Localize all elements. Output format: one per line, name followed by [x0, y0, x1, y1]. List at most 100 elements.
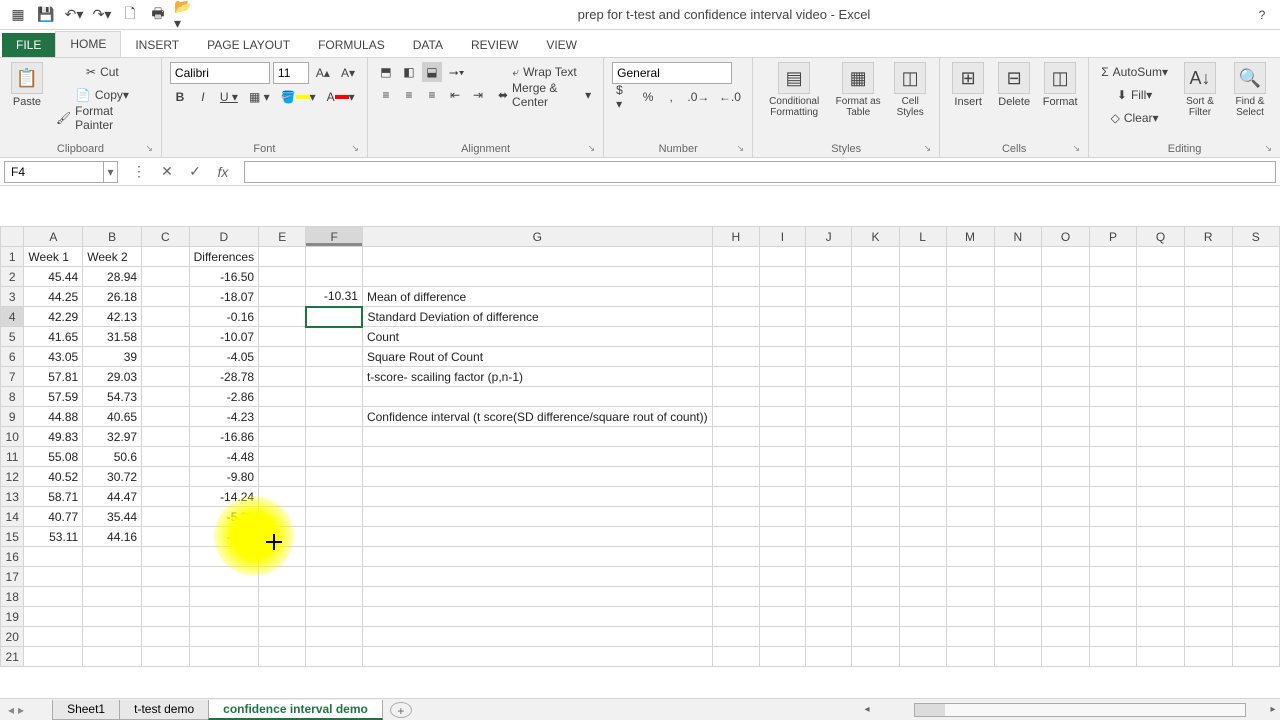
cell-D10[interactable]: -16.86: [189, 427, 258, 447]
cell-L2[interactable]: [899, 267, 946, 287]
cell-G13[interactable]: [362, 487, 712, 507]
cell-F15[interactable]: [306, 527, 363, 547]
insert-cells-button[interactable]: ⊞Insert: [948, 62, 988, 108]
cell-M20[interactable]: [946, 627, 994, 647]
col-header-L[interactable]: L: [899, 227, 946, 247]
cell-O15[interactable]: [1042, 527, 1090, 547]
hscroll-track[interactable]: [914, 703, 1246, 717]
cell-A17[interactable]: [24, 567, 83, 587]
cell-S4[interactable]: [1232, 307, 1279, 327]
cell-G19[interactable]: [362, 607, 712, 627]
cell-D3[interactable]: -18.07: [189, 287, 258, 307]
cell-J3[interactable]: [805, 287, 852, 307]
inc-decimal-button[interactable]: .0→: [684, 87, 713, 107]
tab-review[interactable]: REVIEW: [457, 33, 532, 57]
cell-B12[interactable]: 30.72: [83, 467, 142, 487]
cell-G20[interactable]: [362, 627, 712, 647]
cell-G6[interactable]: Square Rout of Count: [362, 347, 712, 367]
cell-C16[interactable]: [142, 547, 190, 567]
cell-E6[interactable]: [259, 347, 306, 367]
cell-D6[interactable]: -4.05: [189, 347, 258, 367]
cell-C20[interactable]: [142, 627, 190, 647]
cell-K2[interactable]: [852, 267, 899, 287]
cell-D12[interactable]: -9.80: [189, 467, 258, 487]
cell-N2[interactable]: [994, 267, 1042, 287]
cell-K17[interactable]: [852, 567, 899, 587]
cell-D16[interactable]: [189, 547, 258, 567]
copy-button[interactable]: 📄 Copy ▾: [52, 85, 153, 105]
col-header-I[interactable]: I: [760, 227, 806, 247]
cell-I20[interactable]: [760, 627, 806, 647]
cell-A20[interactable]: [24, 627, 83, 647]
cell-B11[interactable]: 50.6: [83, 447, 142, 467]
cell-E2[interactable]: [259, 267, 306, 287]
cell-L9[interactable]: [899, 407, 946, 427]
cell-L4[interactable]: [899, 307, 946, 327]
cell-J11[interactable]: [805, 447, 852, 467]
cell-J15[interactable]: [805, 527, 852, 547]
cell-D17[interactable]: [189, 567, 258, 587]
cell-K13[interactable]: [852, 487, 899, 507]
cell-H18[interactable]: [712, 587, 760, 607]
cell-I3[interactable]: [760, 287, 806, 307]
cell-H16[interactable]: [712, 547, 760, 567]
cell-N21[interactable]: [994, 647, 1042, 667]
row-header-3[interactable]: 3: [1, 287, 24, 307]
col-header-G[interactable]: G: [362, 227, 712, 247]
tab-pagelayout[interactable]: PAGE LAYOUT: [193, 33, 304, 57]
col-header-D[interactable]: D: [189, 227, 258, 247]
cell-O21[interactable]: [1042, 647, 1090, 667]
align-left-button[interactable]: ≡: [376, 85, 396, 105]
cell-I15[interactable]: [760, 527, 806, 547]
cell-M8[interactable]: [946, 387, 994, 407]
fill-color-button[interactable]: 🪣▾: [277, 87, 320, 107]
cell-L1[interactable]: [899, 247, 946, 267]
cell-N1[interactable]: [994, 247, 1042, 267]
cell-F20[interactable]: [306, 627, 363, 647]
cell-B16[interactable]: [83, 547, 142, 567]
cut-button[interactable]: ✂ Cut: [52, 62, 153, 82]
cell-P11[interactable]: [1089, 447, 1136, 467]
cell-G16[interactable]: [362, 547, 712, 567]
cell-N15[interactable]: [994, 527, 1042, 547]
cell-O6[interactable]: [1042, 347, 1090, 367]
quickprint-icon[interactable]: 🖶: [146, 3, 170, 27]
cell-M19[interactable]: [946, 607, 994, 627]
cell-E13[interactable]: [259, 487, 306, 507]
cell-O17[interactable]: [1042, 567, 1090, 587]
cell-D20[interactable]: [189, 627, 258, 647]
cell-H6[interactable]: [712, 347, 760, 367]
enter-formula-button[interactable]: ✓: [184, 161, 206, 183]
orientation-button[interactable]: ⭢▾: [445, 62, 468, 82]
cell-D1[interactable]: Differences: [189, 247, 258, 267]
font-color-button[interactable]: A▾: [323, 87, 359, 107]
row-header-10[interactable]: 10: [1, 427, 24, 447]
cell-K20[interactable]: [852, 627, 899, 647]
cell-B6[interactable]: 39: [83, 347, 142, 367]
cell-R1[interactable]: [1184, 247, 1232, 267]
cell-H21[interactable]: [712, 647, 760, 667]
cell-E16[interactable]: [259, 547, 306, 567]
cell-E9[interactable]: [259, 407, 306, 427]
cell-S5[interactable]: [1232, 327, 1279, 347]
cell-G5[interactable]: Count: [362, 327, 712, 347]
cell-I1[interactable]: [760, 247, 806, 267]
cell-B17[interactable]: [83, 567, 142, 587]
cell-G8[interactable]: [362, 387, 712, 407]
cell-G10[interactable]: [362, 427, 712, 447]
tab-data[interactable]: DATA: [399, 33, 457, 57]
hscroll-right[interactable]: ▸: [1266, 704, 1280, 715]
cell-P1[interactable]: [1089, 247, 1136, 267]
cell-B14[interactable]: 35.44: [83, 507, 142, 527]
row-header-13[interactable]: 13: [1, 487, 24, 507]
cell-C9[interactable]: [142, 407, 190, 427]
cell-D5[interactable]: -10.07: [189, 327, 258, 347]
cell-L10[interactable]: [899, 427, 946, 447]
cell-D11[interactable]: -4.48: [189, 447, 258, 467]
cell-R12[interactable]: [1184, 467, 1232, 487]
select-all-corner[interactable]: [1, 227, 24, 247]
cell-K9[interactable]: [852, 407, 899, 427]
cell-L16[interactable]: [899, 547, 946, 567]
cell-C12[interactable]: [142, 467, 190, 487]
cell-S1[interactable]: [1232, 247, 1279, 267]
